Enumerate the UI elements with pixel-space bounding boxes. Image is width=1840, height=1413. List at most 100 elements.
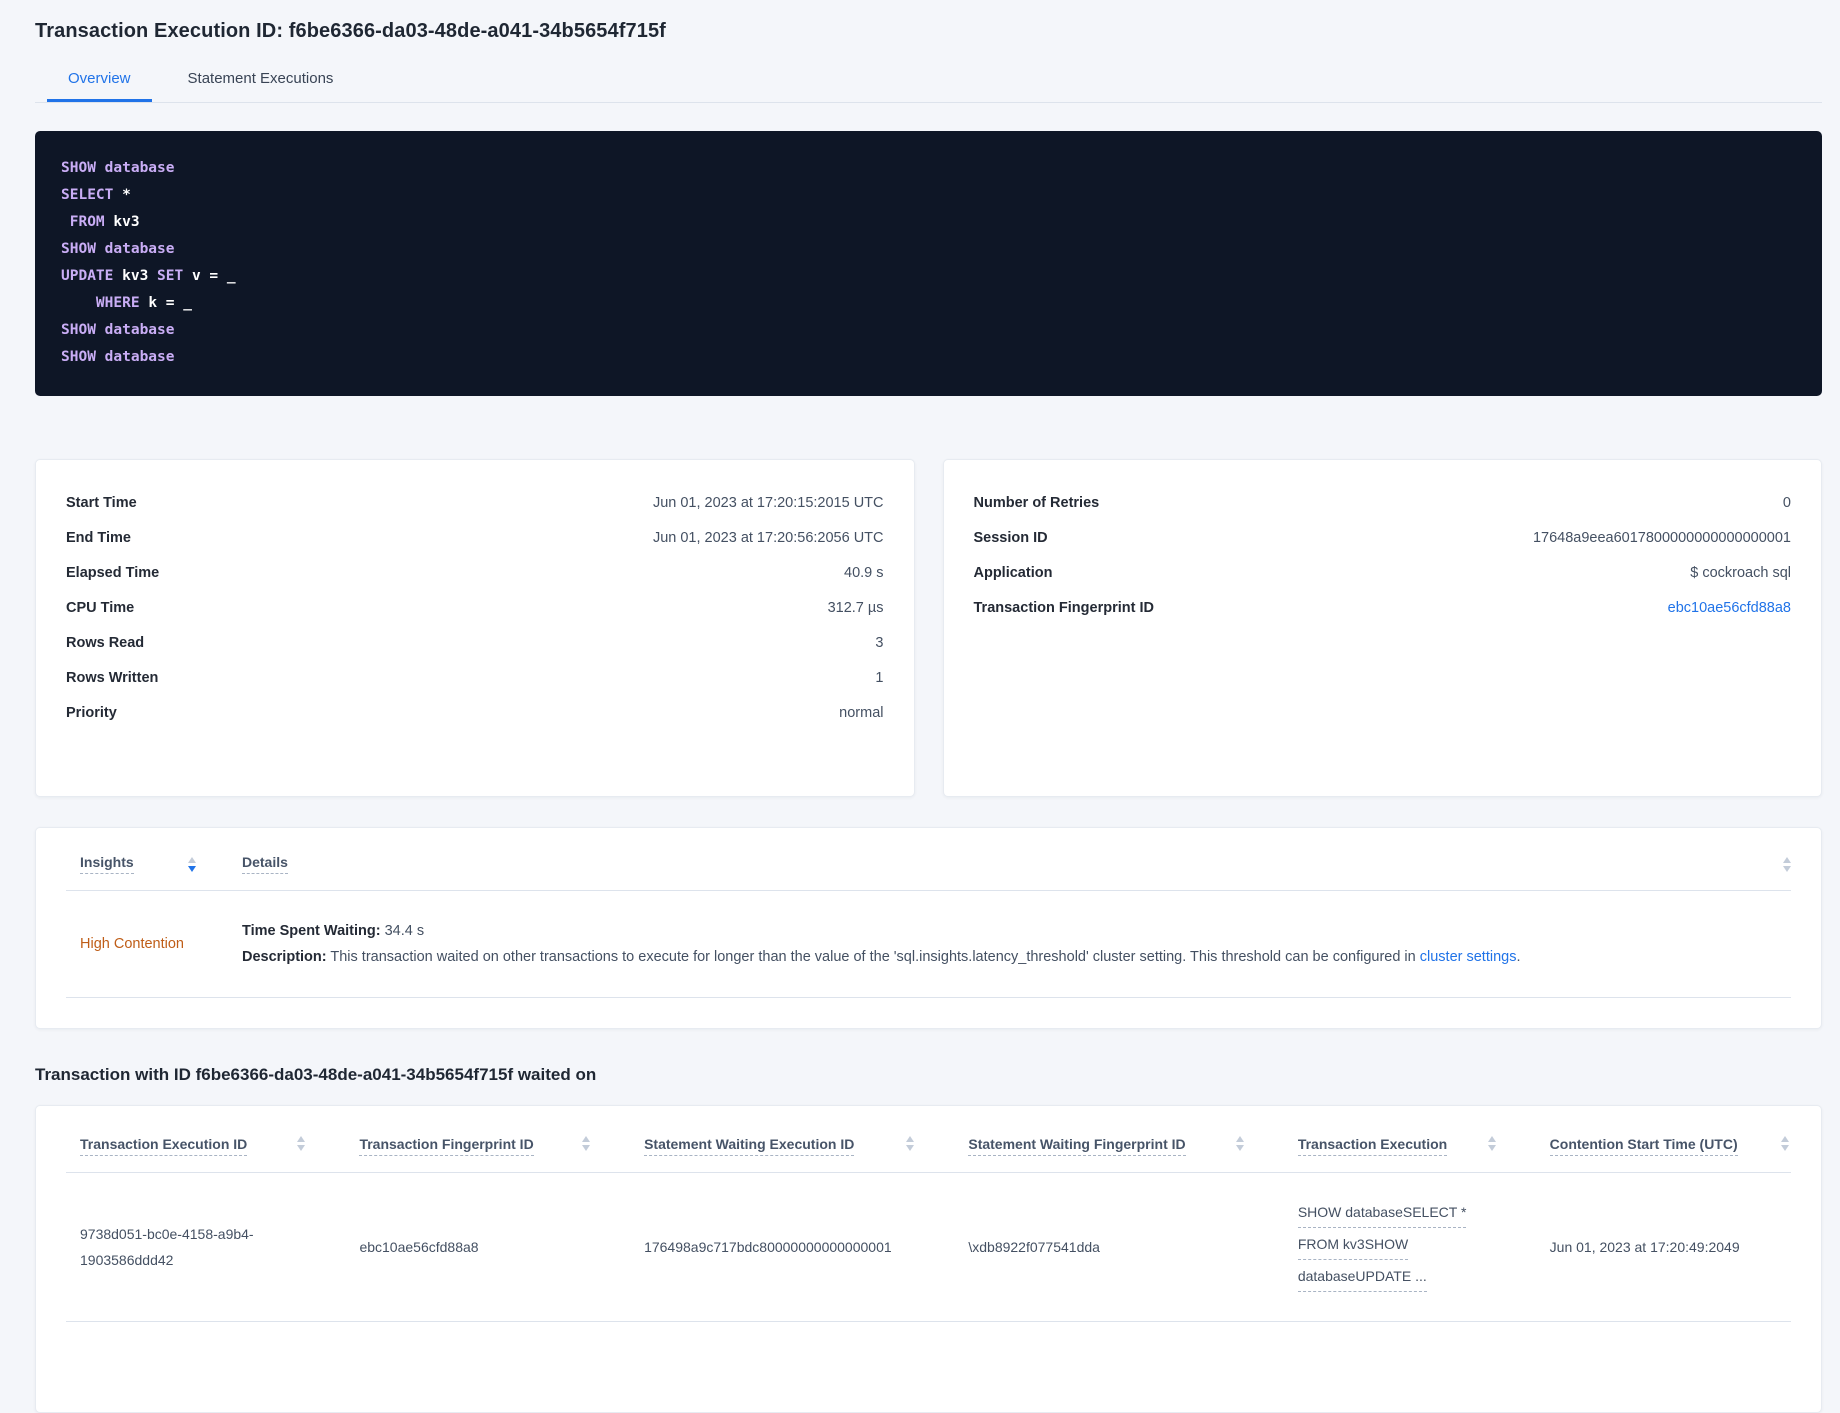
cluster-settings-link[interactable]: cluster settings	[1420, 949, 1517, 965]
transaction-execution-id-cell: 9738d051-bc0e-4158-a9b4-1903586ddd42	[80, 1226, 254, 1268]
column-label: Statement Waiting Execution ID	[644, 1136, 855, 1156]
sql-line: SHOW database	[61, 322, 175, 338]
summary-value: 1	[875, 670, 884, 686]
sql-line: FROM kv3	[69, 214, 140, 230]
sort-icon[interactable]	[582, 1136, 591, 1151]
summary-value: $ cockroach sql	[1690, 565, 1791, 581]
transaction-fingerprint-id-cell: ebc10ae56cfd88a8	[359, 1239, 479, 1255]
waited-table-row: 9738d051-bc0e-4158-a9b4-1903586ddd42 ebc…	[66, 1173, 1791, 1322]
column-header-transaction-execution-id[interactable]: Transaction Execution ID	[66, 1136, 345, 1156]
summary-row: Priority normal	[66, 703, 884, 723]
summary-label: Session ID	[973, 530, 1048, 546]
summary-row: Rows Read 3	[66, 633, 884, 653]
transaction-details-page: Transaction Execution ID: f6be6366-da03-…	[0, 0, 1840, 1413]
summary-row: Session ID 17648a9eea60178000000000000000…	[974, 528, 1792, 548]
summary-row: Number of Retries 0	[974, 493, 1792, 513]
summary-value: normal	[839, 705, 884, 721]
sort-icon[interactable]	[1487, 1136, 1496, 1151]
summary-value: 0	[1782, 495, 1791, 511]
column-label: Contention Start Time (UTC)	[1549, 1136, 1738, 1156]
waited-on-heading: Transaction with ID f6be6366-da03-48de-a…	[35, 1065, 597, 1084]
tab-overview[interactable]: Overview	[47, 70, 152, 102]
statement-waiting-execution-id-cell: 176498a9c717bdc80000000000000001	[644, 1239, 892, 1255]
sql-line: SHOW database	[61, 241, 175, 257]
column-header-insights[interactable]: Insights	[80, 854, 242, 874]
column-label: Transaction Execution ID	[80, 1136, 248, 1156]
statement-waiting-fingerprint-id-cell: \xdb8922f077541dda	[968, 1239, 1100, 1255]
summary-row: Start Time Jun 01, 2023 at 17:20:15:2015 …	[66, 493, 884, 513]
column-label: Transaction Execution	[1297, 1136, 1448, 1156]
summary-card-timing: Start Time Jun 01, 2023 at 17:20:15:2015 …	[35, 459, 915, 797]
sort-icon[interactable]	[1235, 1136, 1244, 1151]
sql-line: UPDATE kv3 SET v = _	[61, 268, 236, 284]
waited-on-table-card: Transaction Execution ID Transaction Fin…	[35, 1105, 1822, 1413]
insights-column-label: Insights	[80, 854, 134, 874]
summary-row: Elapsed Time 40.9 s	[66, 563, 884, 583]
summary-row: Rows Written 1	[66, 668, 884, 688]
summary-label: Start Time	[66, 495, 137, 511]
summary-card-session: Number of Retries 0 Session ID 17648a9eea60…	[942, 459, 1822, 797]
time-spent-waiting-value: 34.4 s	[384, 923, 425, 939]
summary-row: Application $ cockroach sql	[974, 563, 1792, 583]
description-line: Description: This transaction waited on …	[242, 944, 1521, 970]
description-label: Description:	[242, 949, 327, 965]
column-header-statement-waiting-execution-id[interactable]: Statement Waiting Execution ID	[630, 1136, 954, 1156]
insight-row: High Contention Time Spent Waiting: 34.4…	[66, 891, 1791, 998]
sql-line: SHOW database	[61, 349, 175, 365]
sort-icon[interactable]	[1780, 1136, 1789, 1151]
description-text: This transaction waited on other transac…	[330, 949, 1420, 965]
summary-row: Transaction Fingerprint ID ebc10ae56cfd88…	[974, 598, 1792, 618]
summary-label: End Time	[66, 530, 131, 546]
insight-details: Time Spent Waiting: 34.4 s Description: …	[242, 918, 1521, 970]
column-header-contention-start-time[interactable]: Contention Start Time (UTC)	[1536, 1136, 1791, 1156]
column-label: Statement Waiting Fingerprint ID	[968, 1136, 1186, 1156]
sort-desc-icon[interactable]	[187, 856, 196, 872]
sql-line: SELECT *	[61, 187, 131, 203]
transaction-execution-preview-line[interactable]: databaseUPDATE ...	[1297, 1263, 1427, 1292]
summary-label: Rows Written	[66, 670, 159, 686]
high-contention-badge: High Contention	[80, 936, 184, 952]
column-header-transaction-fingerprint-id[interactable]: Transaction Fingerprint ID	[345, 1136, 630, 1156]
summary-label: Rows Read	[66, 635, 145, 651]
summary-label: Elapsed Time	[66, 565, 160, 581]
summary-label: Priority	[66, 705, 117, 721]
transaction-execution-cell[interactable]: SHOW databaseSELECT * FROM kv3SHOW databas…	[1284, 1199, 1536, 1295]
column-header-transaction-execution[interactable]: Transaction Execution	[1284, 1136, 1536, 1156]
transaction-execution-preview-line[interactable]: FROM kv3SHOW	[1297, 1231, 1409, 1260]
summary-cards-row: Start Time Jun 01, 2023 at 17:20:15:2015 …	[35, 459, 1822, 797]
time-spent-waiting-label: Time Spent Waiting:	[242, 923, 381, 939]
transaction-fingerprint-link[interactable]: ebc10ae56cfd88a8	[1668, 598, 1791, 618]
summary-row: End Time Jun 01, 2023 at 17:20:56:2056 UT…	[66, 528, 884, 548]
tab-statement-executions[interactable]: Statement Executions	[167, 70, 355, 102]
summary-value: 17648a9eea6017800000000000000001	[1532, 530, 1791, 546]
insights-table-card: Insights Details High Contention Time Sp…	[35, 827, 1822, 1029]
sort-icon[interactable]	[297, 1136, 306, 1151]
summary-card-session-rows: Number of Retries 0 Session ID 17648a9eea60…	[974, 493, 1792, 618]
page-title: Transaction Execution ID: f6be6366-da03-…	[35, 20, 666, 42]
transaction-execution-preview-line[interactable]: SHOW databaseSELECT *	[1297, 1199, 1467, 1228]
summary-label: Application	[973, 565, 1053, 581]
summary-label: Number of Retries	[973, 495, 1100, 511]
summary-card-timing-rows: Start Time Jun 01, 2023 at 17:20:15:2015 …	[66, 493, 884, 723]
summary-label: CPU Time	[66, 600, 135, 616]
summary-label: Transaction Fingerprint ID	[973, 600, 1154, 616]
summary-row: CPU Time 312.7 µs	[66, 598, 884, 618]
column-header-statement-waiting-fingerprint-id[interactable]: Statement Waiting Fingerprint ID	[954, 1136, 1283, 1156]
summary-value: 3	[875, 635, 884, 651]
summary-value: Jun 01, 2023 at 17:20:56:2056 UTC	[652, 530, 884, 546]
insights-table-header: Insights Details	[66, 854, 1791, 891]
sort-icon[interactable]	[1783, 856, 1791, 872]
sql-statements-box: SHOW database SELECT * FROM kv3 SHOW datab…	[35, 131, 1822, 396]
summary-value: 312.7 µs	[827, 600, 884, 616]
summary-value: Jun 01, 2023 at 17:20:15:2015 UTC	[652, 495, 884, 511]
time-spent-waiting-line: Time Spent Waiting: 34.4 s	[242, 918, 1521, 944]
sort-icon[interactable]	[906, 1136, 915, 1151]
description-suffix: .	[1516, 949, 1521, 965]
sql-line: SHOW database	[61, 160, 175, 176]
summary-value: 40.9 s	[844, 565, 884, 581]
column-header-details[interactable]: Details	[242, 854, 288, 874]
sql-line: WHERE k = _	[95, 295, 192, 311]
tab-bar: Overview Statement Executions	[35, 70, 1822, 103]
waited-table-header: Transaction Execution ID Transaction Fin…	[66, 1136, 1791, 1173]
contention-start-time-cell: Jun 01, 2023 at 17:20:49:2049	[1549, 1239, 1740, 1255]
